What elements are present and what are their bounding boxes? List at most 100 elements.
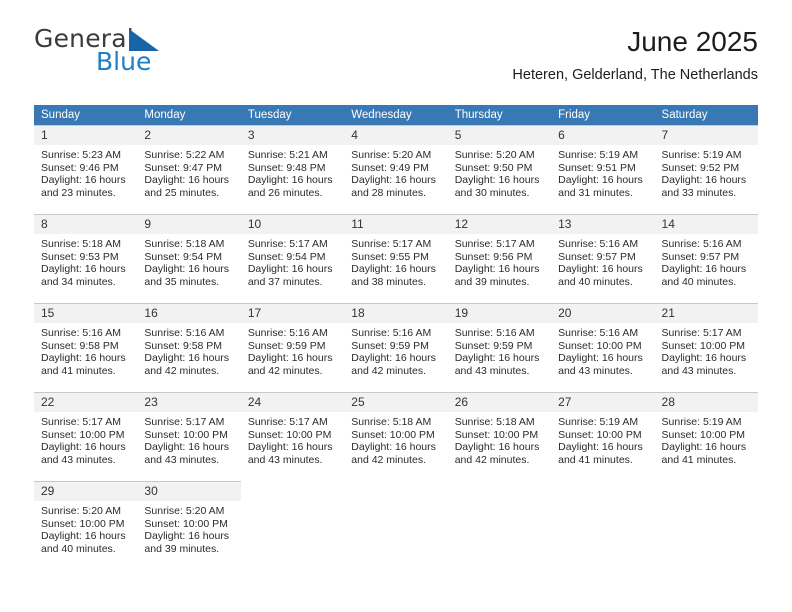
day-details: Sunrise: 5:22 AM Sunset: 9:47 PM Daylight:…: [137, 145, 240, 199]
calendar-day-cell[interactable]: 20 Sunrise: 5:16 AM Sunset: 10:00 PM Daylig…: [551, 303, 655, 392]
day-cell-inner: 21 Sunrise: 5:17 AM Sunset: 10:00 PM Daylig…: [654, 303, 758, 383]
day-details: Sunrise: 5:19 AM Sunset: 10:00 PM Daylight…: [655, 412, 758, 466]
daylight-text-line1: Daylight: 16 hours: [41, 174, 126, 187]
day-details: Sunrise: 5:20 AM Sunset: 9:49 PM Daylight:…: [344, 145, 447, 199]
daylight-text-line2: and 31 minutes.: [558, 186, 633, 199]
page-subtitle: Heteren, Gelderland, The Netherlands: [512, 67, 758, 83]
daylight-text-line1: Daylight: 16 hours: [247, 263, 333, 276]
calendar-day-cell[interactable]: 1 Sunrise: 5:23 AM Sunset: 9:46 PM Daylight…: [34, 125, 138, 214]
calendar-day-cell[interactable]: 30 Sunrise: 5:20 AM Sunset: 10:00 PM Daylig…: [137, 481, 241, 570]
day-number: 4: [344, 126, 448, 145]
daylight-text-line2: and 42 minutes.: [247, 364, 323, 377]
day-number: 13: [551, 215, 655, 234]
day-details: Sunrise: 5:16 AM Sunset: 9:59 PM Daylight:…: [448, 323, 551, 377]
daylight-text-line1: Daylight: 16 hours: [351, 174, 436, 187]
day-number: 29: [34, 482, 138, 501]
daylight-text-line1: Daylight: 16 hours: [247, 441, 333, 454]
daylight-text-line2: and 25 minutes.: [144, 186, 220, 199]
daylight-text-line2: and 30 minutes.: [454, 186, 530, 199]
calendar-day-cell[interactable]: 21 Sunrise: 5:17 AM Sunset: 10:00 PM Daylig…: [654, 303, 758, 392]
daylight-text-line1: Daylight: 16 hours: [144, 441, 230, 454]
day-cell-inner: 4 Sunrise: 5:20 AM Sunset: 9:49 PM Daylight…: [344, 125, 448, 205]
day-details: Sunrise: 5:18 AM Sunset: 9:54 PM Daylight:…: [137, 234, 240, 288]
sunrise-text: Sunrise: 5:16 AM: [454, 327, 535, 339]
sunset-text: Sunset: 10:00 PM: [558, 339, 642, 352]
daylight-text-line2: and 35 minutes.: [144, 275, 220, 288]
calendar-day-cell[interactable]: 10 Sunrise: 5:17 AM Sunset: 9:54 PM Dayligh…: [240, 214, 345, 303]
day-cell-inner: 18 Sunrise: 5:16 AM Sunset: 9:59 PM Dayligh…: [344, 303, 448, 383]
calendar-day-cell[interactable]: 27 Sunrise: 5:19 AM Sunset: 10:00 PM Daylig…: [551, 392, 655, 481]
logo-text-blue: Blue: [96, 47, 152, 76]
calendar-day-cell[interactable]: 16 Sunrise: 5:16 AM Sunset: 9:58 PM Dayligh…: [137, 303, 241, 392]
day-details: Sunrise: 5:20 AM Sunset: 10:00 PM Daylight…: [137, 501, 240, 555]
calendar-day-cell[interactable]: 4 Sunrise: 5:20 AM Sunset: 9:49 PM Daylight…: [344, 125, 448, 214]
daylight-text-line1: Daylight: 16 hours: [454, 352, 540, 365]
general-blue-logo[interactable]: General Blue: [34, 26, 254, 84]
calendar-day-cell[interactable]: 5 Sunrise: 5:20 AM Sunset: 9:50 PM Daylight…: [447, 125, 552, 214]
daylight-text-line1: Daylight: 16 hours: [144, 263, 230, 276]
calendar-day-cell[interactable]: 29 Sunrise: 5:20 AM Sunset: 10:00 PM Daylig…: [34, 481, 138, 570]
daylight-text-line1: Daylight: 16 hours: [41, 352, 126, 365]
calendar-day-cell[interactable]: 9 Sunrise: 5:18 AM Sunset: 9:54 PM Daylight…: [137, 214, 241, 303]
day-details: Sunrise: 5:16 AM Sunset: 9:59 PM Daylight:…: [241, 323, 344, 377]
day-cell-inner: 3 Sunrise: 5:21 AM Sunset: 9:48 PM Daylight…: [240, 125, 345, 205]
daylight-text-line1: Daylight: 16 hours: [558, 352, 643, 365]
daylight-text-line2: and 26 minutes.: [247, 186, 323, 199]
day-details: Sunrise: 5:18 AM Sunset: 9:53 PM Daylight:…: [34, 234, 137, 288]
day-details: Sunrise: 5:16 AM Sunset: 9:57 PM Daylight:…: [551, 234, 654, 288]
daylight-text-line2: and 43 minutes.: [41, 453, 116, 466]
calendar-day-cell[interactable]: 25 Sunrise: 5:18 AM Sunset: 10:00 PM Daylig…: [344, 392, 448, 481]
calendar-day-cell[interactable]: 24 Sunrise: 5:17 AM Sunset: 10:00 PM Daylig…: [240, 392, 345, 481]
calendar-day-cell[interactable]: 19 Sunrise: 5:16 AM Sunset: 9:59 PM Dayligh…: [447, 303, 552, 392]
daylight-text-line2: and 43 minutes.: [454, 364, 530, 377]
calendar-day-cell[interactable]: 3 Sunrise: 5:21 AM Sunset: 9:48 PM Daylight…: [240, 125, 345, 214]
calendar-day-cell[interactable]: 28 Sunrise: 5:19 AM Sunset: 10:00 PM Daylig…: [654, 392, 758, 481]
day-number: 20: [551, 304, 655, 323]
calendar-day-cell[interactable]: 18 Sunrise: 5:16 AM Sunset: 9:59 PM Dayligh…: [344, 303, 448, 392]
day-details: Sunrise: 5:17 AM Sunset: 10:00 PM Daylight…: [241, 412, 344, 466]
sunrise-text: Sunrise: 5:16 AM: [247, 327, 328, 339]
day-cell-inner: 1 Sunrise: 5:23 AM Sunset: 9:46 PM Daylight…: [34, 125, 138, 205]
sunrise-text: Sunrise: 5:17 AM: [247, 416, 328, 428]
day-details: Sunrise: 5:21 AM Sunset: 9:48 PM Daylight:…: [241, 145, 344, 199]
day-cell-inner: 13 Sunrise: 5:16 AM Sunset: 9:57 PM Dayligh…: [551, 214, 655, 294]
day-cell-inner: 23 Sunrise: 5:17 AM Sunset: 10:00 PM Daylig…: [137, 392, 241, 472]
day-cell-inner: 20 Sunrise: 5:16 AM Sunset: 10:00 PM Daylig…: [551, 303, 655, 383]
sunrise-text: Sunrise: 5:20 AM: [144, 505, 225, 517]
day-cell-inner: 12 Sunrise: 5:17 AM Sunset: 9:56 PM Dayligh…: [447, 214, 552, 294]
sunrise-text: Sunrise: 5:19 AM: [558, 149, 639, 161]
daylight-text-line2: and 28 minutes.: [351, 186, 426, 199]
calendar-day-cell[interactable]: 13 Sunrise: 5:16 AM Sunset: 9:57 PM Dayligh…: [551, 214, 655, 303]
sunset-text: Sunset: 9:51 PM: [558, 161, 636, 174]
day-number: 10: [240, 215, 345, 234]
day-details: Sunrise: 5:18 AM Sunset: 10:00 PM Daylight…: [344, 412, 447, 466]
calendar-day-cell[interactable]: 17 Sunrise: 5:16 AM Sunset: 9:59 PM Dayligh…: [240, 303, 345, 392]
calendar-day-cell[interactable]: 11 Sunrise: 5:17 AM Sunset: 9:55 PM Dayligh…: [344, 214, 448, 303]
day-number: 16: [137, 304, 241, 323]
calendar-day-cell[interactable]: 26 Sunrise: 5:18 AM Sunset: 10:00 PM Daylig…: [447, 392, 552, 481]
calendar-day-cell[interactable]: 22 Sunrise: 5:17 AM Sunset: 10:00 PM Daylig…: [34, 392, 138, 481]
daylight-text-line2: and 42 minutes.: [144, 364, 220, 377]
calendar-day-cell[interactable]: 12 Sunrise: 5:17 AM Sunset: 9:56 PM Dayligh…: [447, 214, 552, 303]
calendar-day-cell[interactable]: 6 Sunrise: 5:19 AM Sunset: 9:51 PM Daylight…: [551, 125, 655, 214]
calendar-day-cell[interactable]: 8 Sunrise: 5:18 AM Sunset: 9:53 PM Daylight…: [34, 214, 138, 303]
calendar-day-cell[interactable]: 2 Sunrise: 5:22 AM Sunset: 9:47 PM Daylight…: [137, 125, 241, 214]
day-cell-inner: 2 Sunrise: 5:22 AM Sunset: 9:47 PM Daylight…: [137, 125, 241, 205]
day-cell-inner: 8 Sunrise: 5:18 AM Sunset: 9:53 PM Daylight…: [34, 214, 138, 294]
calendar-container: Sunday Monday Tuesday Wednesday Thursday Frid…: [34, 105, 758, 570]
calendar-day-cell-empty: [240, 481, 345, 570]
daylight-text-line2: and 43 minutes.: [661, 364, 737, 377]
calendar-week-row: 15 Sunrise: 5:16 AM Sunset: 9:58 PM Dayligh…: [34, 303, 758, 392]
sunrise-text: Sunrise: 5:16 AM: [558, 327, 639, 339]
calendar-day-cell[interactable]: 15 Sunrise: 5:16 AM Sunset: 9:58 PM Dayligh…: [34, 303, 138, 392]
daylight-text-line1: Daylight: 16 hours: [558, 263, 643, 276]
sunset-text: Sunset: 10:00 PM: [144, 517, 228, 530]
day-details: Sunrise: 5:19 AM Sunset: 9:52 PM Daylight:…: [655, 145, 758, 199]
sunrise-text: Sunrise: 5:17 AM: [661, 327, 742, 339]
calendar-day-cell[interactable]: 7 Sunrise: 5:19 AM Sunset: 9:52 PM Daylight…: [654, 125, 758, 214]
sunrise-text: Sunrise: 5:19 AM: [661, 416, 742, 428]
calendar-day-cell[interactable]: 14 Sunrise: 5:16 AM Sunset: 9:57 PM Dayligh…: [654, 214, 758, 303]
daylight-text-line1: Daylight: 16 hours: [454, 441, 540, 454]
day-cell-inner: 5 Sunrise: 5:20 AM Sunset: 9:50 PM Daylight…: [447, 125, 552, 205]
calendar-day-cell[interactable]: 23 Sunrise: 5:17 AM Sunset: 10:00 PM Daylig…: [137, 392, 241, 481]
